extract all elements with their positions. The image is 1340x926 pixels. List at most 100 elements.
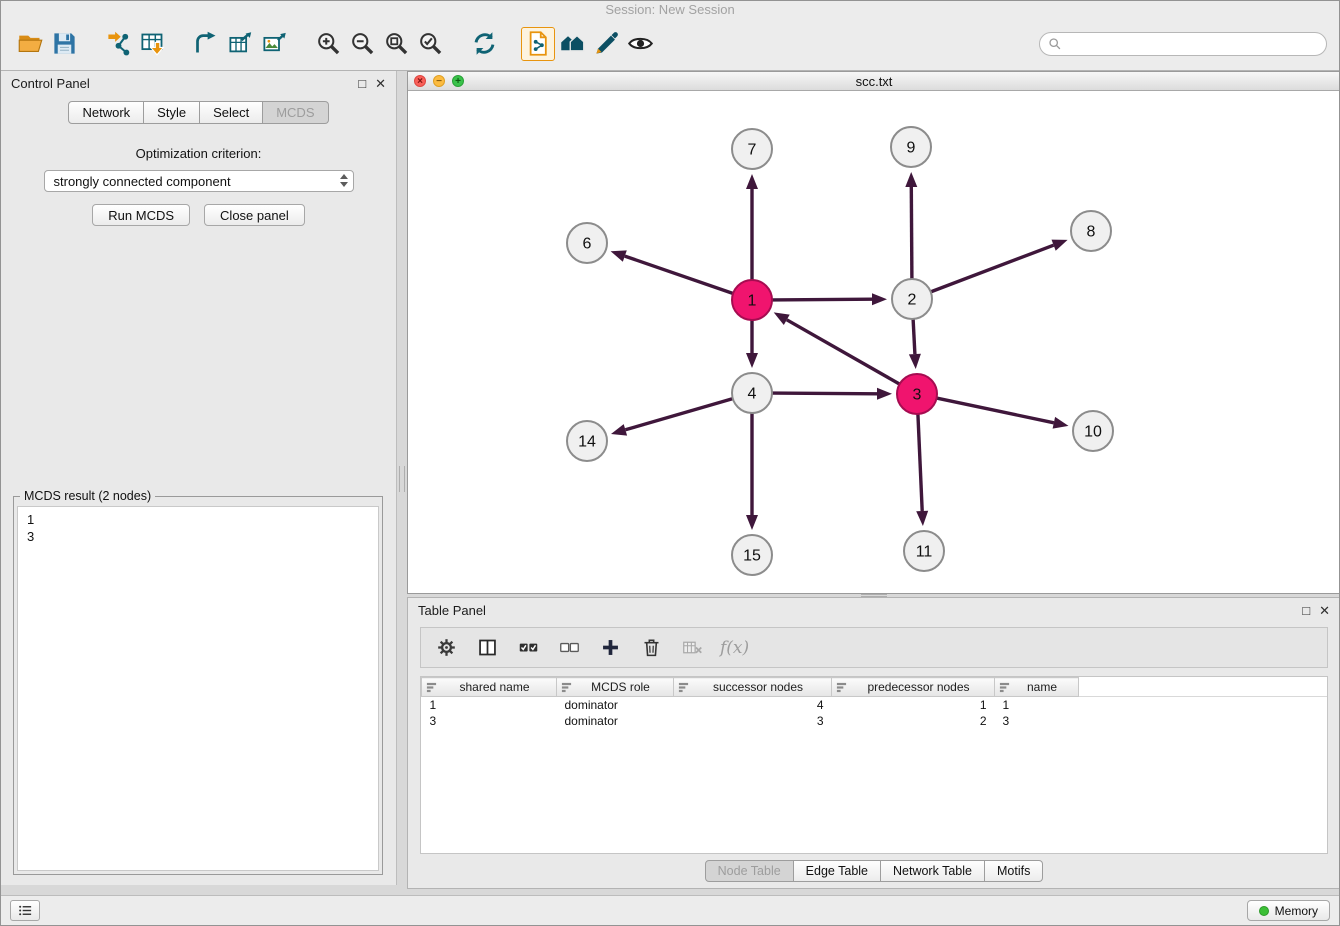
edge-arrowhead-2-8	[1052, 240, 1068, 251]
delete-column-button[interactable]	[638, 635, 664, 661]
show-hide-button[interactable]	[623, 27, 657, 61]
graph-node-1[interactable]: 1	[732, 280, 772, 320]
network-window-title: scc.txt	[408, 74, 1340, 89]
network-canvas[interactable]: 7 9 6 8 1 2 4 3 14 10 15 11	[408, 91, 1340, 593]
edge-3-10[interactable]	[937, 398, 1054, 423]
graph-node-2[interactable]: 2	[892, 279, 932, 319]
style-button[interactable]	[589, 27, 623, 61]
cell-mcds-role[interactable]: dominator	[557, 713, 674, 729]
close-window-button[interactable]: ×	[414, 75, 426, 87]
graph-node-4[interactable]: 4	[732, 373, 772, 413]
save-session-button[interactable]	[47, 27, 81, 61]
table-row-node-1[interactable]: 1 dominator 4 1 1	[422, 697, 1328, 713]
graph-node-6[interactable]: 6	[567, 223, 607, 263]
edge-2-9[interactable]	[911, 187, 912, 279]
float-panel-icon[interactable]: □	[358, 77, 366, 90]
minimize-window-button[interactable]: −	[433, 75, 445, 87]
memory-button[interactable]: Memory	[1247, 900, 1330, 921]
tab-edge-table[interactable]: Edge Table	[794, 860, 881, 882]
column-header-successor-nodes[interactable]: successor nodes	[674, 678, 832, 697]
cell-mcds-role[interactable]: dominator	[557, 697, 674, 713]
graph-node-7[interactable]: 7	[732, 129, 772, 169]
search-input[interactable]	[1067, 37, 1318, 51]
cell-predecessor-nodes[interactable]: 1	[832, 697, 995, 713]
edge-3-1[interactable]	[787, 320, 900, 384]
mcds-result-list[interactable]: 1 3	[17, 506, 379, 871]
maximize-window-button[interactable]: +	[452, 75, 464, 87]
tab-node-table[interactable]: Node Table	[705, 860, 794, 882]
edge-4-14[interactable]	[625, 399, 732, 430]
tab-select[interactable]: Select	[200, 101, 263, 124]
table-row-node-3[interactable]: 3 dominator 3 2 3	[422, 713, 1328, 729]
criterion-select[interactable]: strongly connected component	[44, 170, 354, 192]
select-stepper-icon	[340, 174, 348, 187]
column-header-shared-name[interactable]: shared name	[422, 678, 557, 697]
table-settings-button[interactable]	[433, 635, 459, 661]
window-titlebar[interactable]: Session: New Session	[1, 1, 1339, 17]
column-header-predecessor-nodes[interactable]: predecessor nodes	[832, 678, 995, 697]
cell-successor-nodes[interactable]: 3	[674, 713, 832, 729]
zoom-selected-button[interactable]	[413, 27, 447, 61]
graph-node-15[interactable]: 15	[732, 535, 772, 575]
graph-node-14[interactable]: 14	[567, 421, 607, 461]
column-type-icon	[999, 682, 1010, 693]
vertical-splitter-handle[interactable]	[399, 466, 405, 492]
tab-mcds[interactable]: MCDS	[263, 101, 328, 124]
graph-node-8[interactable]: 8	[1071, 211, 1111, 251]
cell-predecessor-nodes[interactable]: 2	[832, 713, 995, 729]
cell-shared-name[interactable]: 1	[422, 697, 557, 713]
edge-4-3[interactable]	[772, 393, 877, 394]
graph-node-11[interactable]: 11	[904, 531, 944, 571]
close-table-panel-icon[interactable]: ✕	[1319, 604, 1330, 617]
column-header-mcds-role[interactable]: MCDS role	[557, 678, 674, 697]
open-file-button[interactable]	[13, 27, 47, 61]
mcds-result-title: MCDS result (2 nodes)	[20, 489, 155, 503]
tab-style[interactable]: Style	[144, 101, 200, 124]
search-icon	[1048, 37, 1062, 51]
graph-node-3[interactable]: 3	[897, 374, 937, 414]
cell-name[interactable]: 1	[995, 697, 1079, 713]
home-button[interactable]	[555, 27, 589, 61]
cell-successor-nodes[interactable]: 4	[674, 697, 832, 713]
column-header-name[interactable]: name	[995, 678, 1079, 697]
plus-icon	[600, 637, 621, 658]
status-list-button[interactable]	[10, 900, 40, 921]
edge-1-2[interactable]	[772, 299, 872, 300]
svg-text:7: 7	[748, 142, 757, 159]
unselect-all-columns-button[interactable]	[556, 635, 582, 661]
tab-network[interactable]: Network	[68, 101, 144, 124]
tab-motifs[interactable]: Motifs	[985, 860, 1043, 882]
network-window-titlebar[interactable]: scc.txt × − +	[408, 72, 1340, 91]
graph-node-9[interactable]: 9	[891, 127, 931, 167]
share-document-button[interactable]	[521, 27, 555, 61]
export-network-button[interactable]	[189, 27, 223, 61]
cell-name[interactable]: 3	[995, 713, 1079, 729]
edge-2-3[interactable]	[913, 319, 915, 354]
close-panel-button[interactable]: Close panel	[204, 204, 305, 226]
export-image-button[interactable]	[257, 27, 291, 61]
select-all-columns-button[interactable]	[515, 635, 541, 661]
create-column-button[interactable]	[597, 635, 623, 661]
edge-1-6[interactable]	[625, 256, 733, 293]
zoom-fit-button[interactable]	[379, 27, 413, 61]
run-mcds-button[interactable]: Run MCDS	[92, 204, 190, 226]
column-header-filler	[1079, 678, 1328, 697]
close-panel-icon[interactable]: ✕	[375, 77, 386, 90]
edge-arrowhead-1-4	[746, 353, 758, 368]
search-box	[1039, 32, 1327, 56]
zoom-out-button[interactable]	[345, 27, 379, 61]
apply-layout-button[interactable]	[467, 27, 501, 61]
tab-network-table[interactable]: Network Table	[881, 860, 985, 882]
graph-node-10[interactable]: 10	[1073, 411, 1113, 451]
import-network-icon	[105, 30, 132, 57]
zoom-in-button[interactable]	[311, 27, 345, 61]
edge-3-11[interactable]	[918, 414, 922, 511]
network-graph[interactable]: 7 9 6 8 1 2 4 3 14 10 15 11	[408, 91, 1340, 593]
float-table-panel-icon[interactable]: □	[1302, 604, 1310, 617]
cell-shared-name[interactable]: 3	[422, 713, 557, 729]
show-columns-button[interactable]	[474, 635, 500, 661]
export-table-button[interactable]	[223, 27, 257, 61]
import-network-button[interactable]	[101, 27, 135, 61]
edge-2-8[interactable]	[931, 245, 1054, 292]
import-table-button[interactable]	[135, 27, 169, 61]
